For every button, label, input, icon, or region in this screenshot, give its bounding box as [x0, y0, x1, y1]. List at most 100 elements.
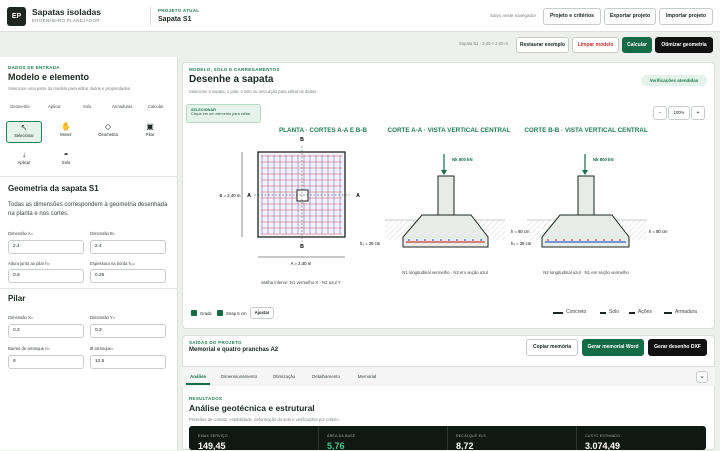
active-tab-indicator	[186, 383, 210, 385]
geometry-title: Geometria da sapata S1	[8, 184, 99, 193]
field-label-h0: Espessura na borda h₀=	[90, 261, 136, 266]
tab-dimensioning[interactable]: Dimensionamento	[216, 371, 262, 383]
divider	[0, 288, 178, 289]
rebar-dot	[595, 239, 597, 241]
rebar-dot	[579, 239, 581, 241]
snap-label: Snap 5 cm	[226, 311, 247, 316]
copy-memory-button[interactable]: Copiar memória	[526, 339, 578, 356]
section-b-caption: N2 longitudinal azul · N1 em seção verme…	[543, 270, 629, 275]
starter-diameter-field[interactable]: 12.5	[90, 355, 166, 369]
clear-model-button[interactable]: Limpar modelo	[572, 37, 619, 53]
dim-a-label: A = 2,40 m	[291, 261, 312, 266]
field-label-a: Dimensão A=	[8, 231, 34, 236]
h0-label-a-left: h₀ = 25 cm	[360, 241, 381, 246]
restore-example-button[interactable]: Restaurar exemplo	[516, 37, 569, 53]
starter-bars-field[interactable]: 8	[8, 355, 84, 369]
app-subtitle: ENGENHEIRO PLANEJADOR	[32, 18, 100, 23]
legend-swatch-actions	[629, 312, 635, 314]
app-logo: EP	[7, 7, 26, 26]
edge-thickness-field[interactable]: 0.25	[90, 269, 166, 283]
crumb-rebar[interactable]: Armaduras	[112, 104, 132, 109]
generate-word-button[interactable]: Gerar memorial Word	[582, 339, 644, 356]
sidebar-title: Modelo e elemento	[8, 72, 90, 82]
cut-label-b-top: B	[300, 137, 304, 143]
import-project-button[interactable]: Importar projeto	[659, 8, 713, 25]
crumb-geometry[interactable]: Geometria	[10, 104, 30, 109]
result-label: RECALQUE ELS	[456, 434, 486, 438]
tool-move[interactable]: ✋ Mover	[48, 121, 84, 143]
optimize-button[interactable]: Otimizar geometria	[655, 37, 713, 53]
dimensions-readout: Sapata S1 · 2,40 × 2,40 m	[459, 41, 509, 46]
tab-analysis[interactable]: Análise	[184, 371, 212, 383]
pillar-y-field[interactable]: 0.3	[90, 324, 166, 338]
pillar-section[interactable]	[437, 175, 455, 216]
section-a-view[interactable]: Nk 800 kN h = 80 cm h₀ = 25 cm h₀ = 25 c…	[360, 154, 532, 275]
section-a-title: CORTE A-A · VISTA VERTICAL CENTRAL	[388, 127, 511, 134]
tool-label: Solo	[61, 160, 71, 165]
generate-dxf-button[interactable]: Gerar desenho DXF	[648, 339, 707, 356]
plan-view[interactable]: B B A A B = 2,40 m A = 2,40 m Malha infe…	[220, 137, 361, 285]
sidebar-section-label: DADOS DE ENTRADA	[8, 65, 60, 70]
legend-actions: Ações	[638, 309, 652, 315]
h0-label-a-right: h₀ = 25 cm	[511, 241, 532, 246]
grid-checkbox[interactable]	[191, 310, 197, 316]
export-project-button[interactable]: Exportar projeto	[604, 8, 656, 25]
result-card: RECALQUE ELS 8,72	[448, 426, 577, 451]
result-label: CUSTO ESTIMADO	[585, 434, 621, 438]
tool-soil[interactable]: ◓ Solo	[48, 149, 84, 171]
field-label-y: Dimensão Y=	[90, 315, 116, 320]
field-label-diameter: Ø arranque=	[90, 346, 114, 351]
rebar-dot	[587, 239, 589, 241]
legend-rebar: Armadura	[675, 309, 697, 315]
dimension-a-field[interactable]: 2.4	[8, 240, 84, 254]
pillar-title: Pilar	[8, 294, 26, 303]
grid-label: Grade	[200, 311, 212, 316]
crumb-compute[interactable]: Calcular	[148, 104, 163, 109]
field-label-h: Altura junto ao pilar h=	[8, 261, 51, 266]
fit-button[interactable]: Ajustar	[250, 307, 274, 319]
chevron-down-icon[interactable]: ⌄	[696, 371, 708, 383]
compute-button[interactable]: Calcular	[622, 37, 652, 53]
tab-memorial[interactable]: Memorial	[350, 371, 384, 383]
divider	[0, 176, 178, 177]
pillar-section[interactable]	[577, 175, 595, 216]
pillar-x-field[interactable]: 0.3	[8, 324, 84, 338]
h-label-b: h = 80 cm	[649, 229, 668, 234]
tab-detailing[interactable]: Detalhamento	[306, 371, 346, 383]
rebar-dot	[603, 239, 605, 241]
tool-select[interactable]: ↖ Selecionar	[6, 121, 42, 143]
tool-pillar[interactable]: ▣ Pilar	[132, 121, 168, 143]
section-b-view[interactable]: Nk 800 kN h = 80 cm N2 longitudinal azul…	[527, 154, 668, 275]
result-card: ÁREA DA BASE 5,76	[319, 426, 448, 451]
drawing-canvas[interactable]: PLANTA · CORTES A-A E B-B CORTE A-A · VI…	[182, 62, 715, 329]
pillar-icon: ▣	[146, 122, 154, 131]
pillar-plan[interactable]	[296, 189, 309, 202]
height-field[interactable]: 0.8	[8, 269, 84, 283]
hand-icon: ✋	[61, 122, 71, 131]
cursor-icon: ↖	[20, 123, 28, 132]
rebar-dot	[480, 239, 482, 241]
rebar-dot	[472, 239, 474, 241]
snap-checkbox[interactable]	[217, 310, 223, 316]
load-label-b: Nk 800 kN	[593, 157, 614, 162]
project-criteria-button[interactable]: Projeto e critérios	[543, 8, 601, 25]
legend-soil: Solo	[609, 309, 620, 315]
tool-label: Selecionar	[14, 133, 34, 138]
dimension-b-field[interactable]: 2.4	[90, 240, 166, 254]
crumb-soil[interactable]: Solo	[83, 104, 91, 109]
tool-geometry[interactable]: ◇ Geometria	[90, 121, 126, 143]
rebar-dot	[547, 239, 549, 241]
result-card: EMAX SERVIÇO 149,45	[189, 426, 319, 451]
rebar-dot	[563, 239, 565, 241]
tab-optimization[interactable]: Otimização	[266, 371, 302, 383]
divider	[150, 7, 151, 26]
rebar-dot	[456, 239, 458, 241]
crumb-apply[interactable]: Aplicar	[48, 104, 61, 109]
field-label-b: Dimensão B=	[90, 231, 116, 236]
rebar-dot	[611, 239, 613, 241]
dim-b-label: B = 2,40 m	[220, 193, 241, 198]
cut-label-a-right: A	[356, 193, 360, 199]
tool-label: Pilar	[145, 132, 155, 137]
tool-apply[interactable]: ↓ Aplicar	[6, 149, 42, 171]
save-status: Salvo neste navegador	[490, 13, 537, 18]
